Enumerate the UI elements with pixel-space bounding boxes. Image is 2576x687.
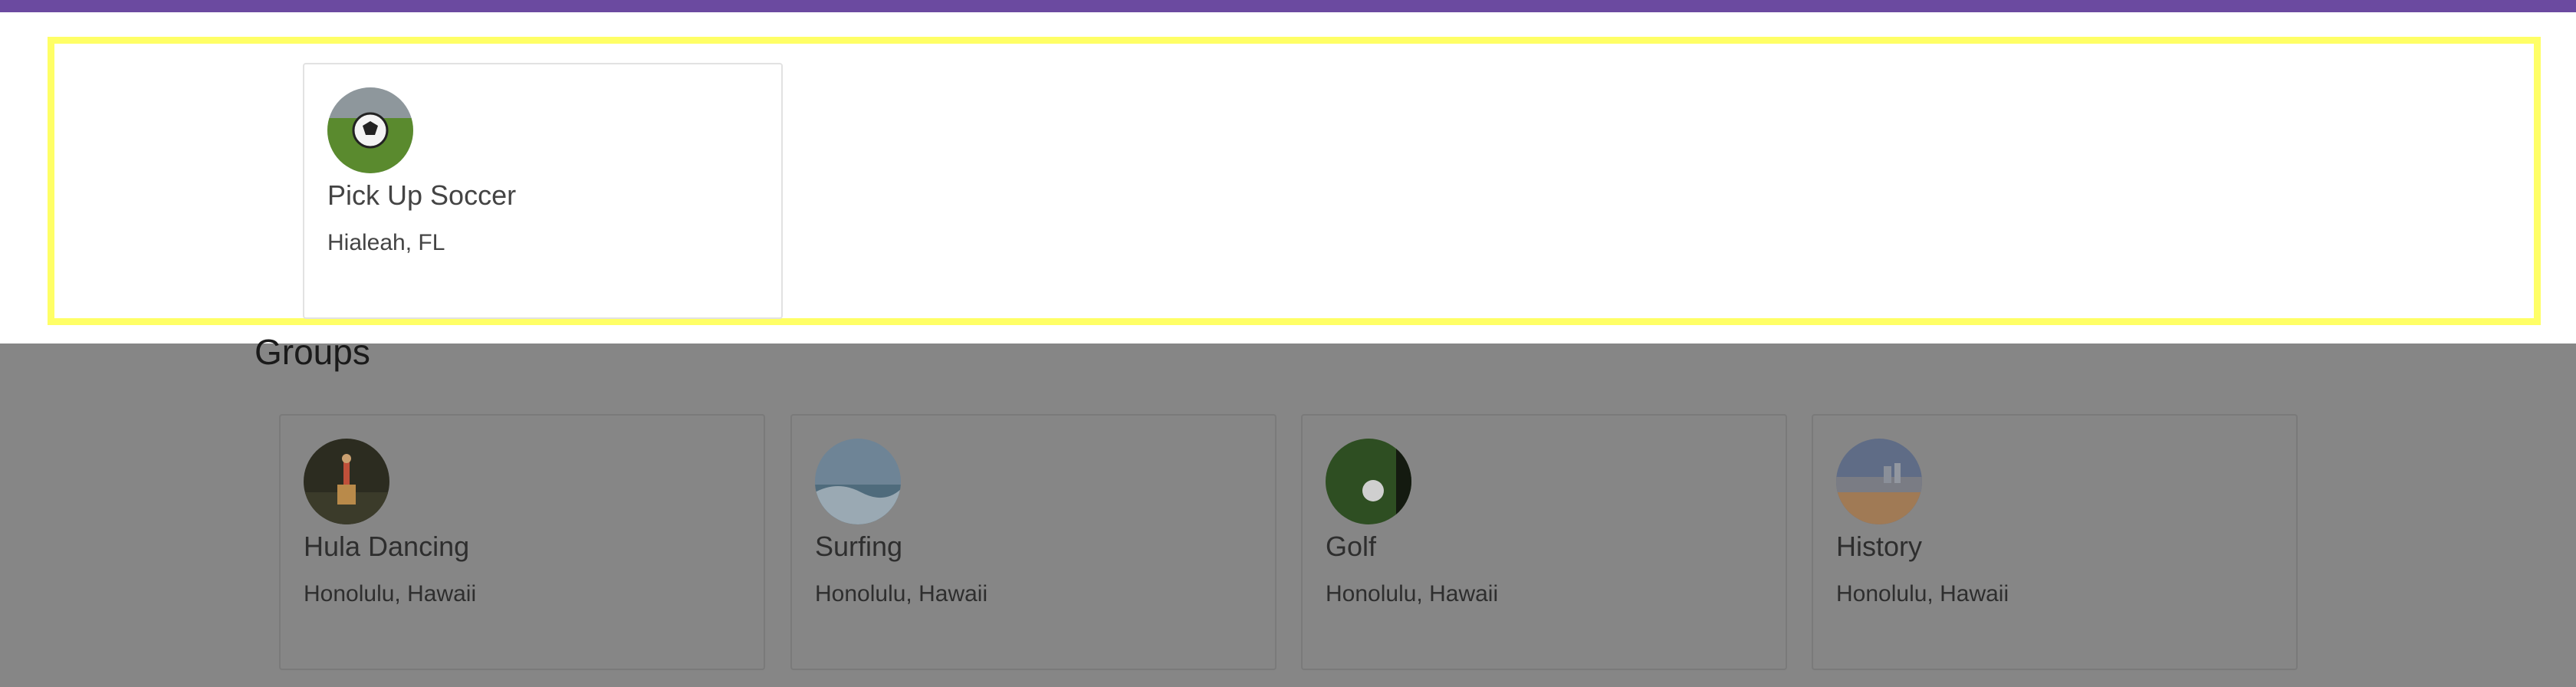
group-card-surfing[interactable]: Surfing Honolulu, Hawaii [790, 414, 1276, 670]
group-card-golf[interactable]: Golf Honolulu, Hawaii [1301, 414, 1787, 670]
group-card-history[interactable]: History Honolulu, Hawaii [1812, 414, 2298, 670]
wave-icon [815, 439, 901, 524]
group-name[interactable]: History [1836, 531, 1922, 563]
beach-city-icon [1836, 439, 1922, 524]
group-location: Honolulu, Hawaii [815, 581, 988, 606]
group-location: Hialeah, FL [327, 230, 445, 255]
group-name[interactable]: Surfing [815, 531, 902, 563]
group-name[interactable]: Hula Dancing [304, 531, 469, 563]
group-card-pick-up-soccer[interactable]: Pick Up Soccer Hialeah, FL [303, 63, 783, 319]
soccer-ball-icon [327, 87, 413, 173]
golf-ball-icon [1326, 439, 1411, 524]
group-location: Honolulu, Hawaii [1326, 581, 1499, 606]
hula-dancer-icon [304, 439, 389, 524]
highlighted-region: Pick Up Soccer Hialeah, FL [48, 37, 2541, 325]
group-name[interactable]: Pick Up Soccer [327, 179, 516, 212]
group-location: Honolulu, Hawaii [304, 581, 477, 606]
group-location: Honolulu, Hawaii [1836, 581, 2009, 606]
group-card-hula-dancing[interactable]: Hula Dancing Honolulu, Hawaii [279, 414, 765, 670]
group-name[interactable]: Golf [1326, 531, 1376, 563]
